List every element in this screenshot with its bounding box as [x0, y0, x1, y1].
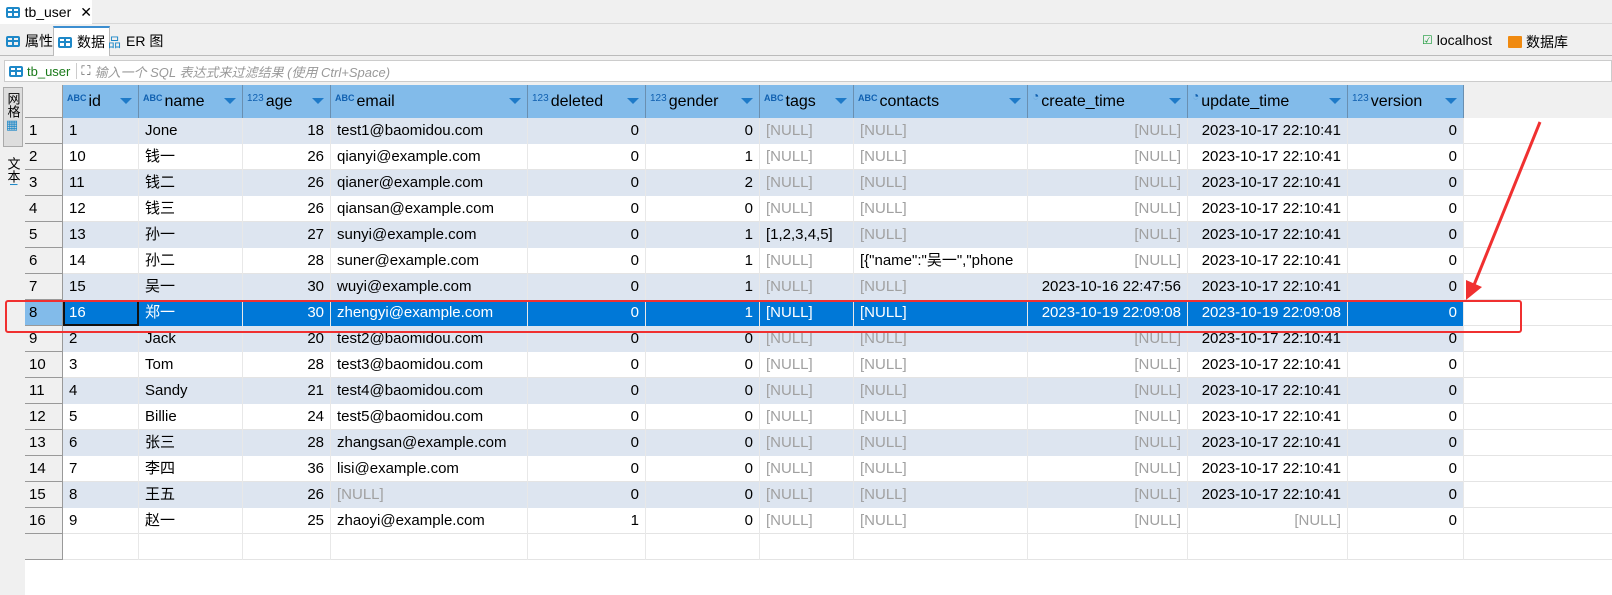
annotation-arrow: [1466, 121, 1542, 300]
